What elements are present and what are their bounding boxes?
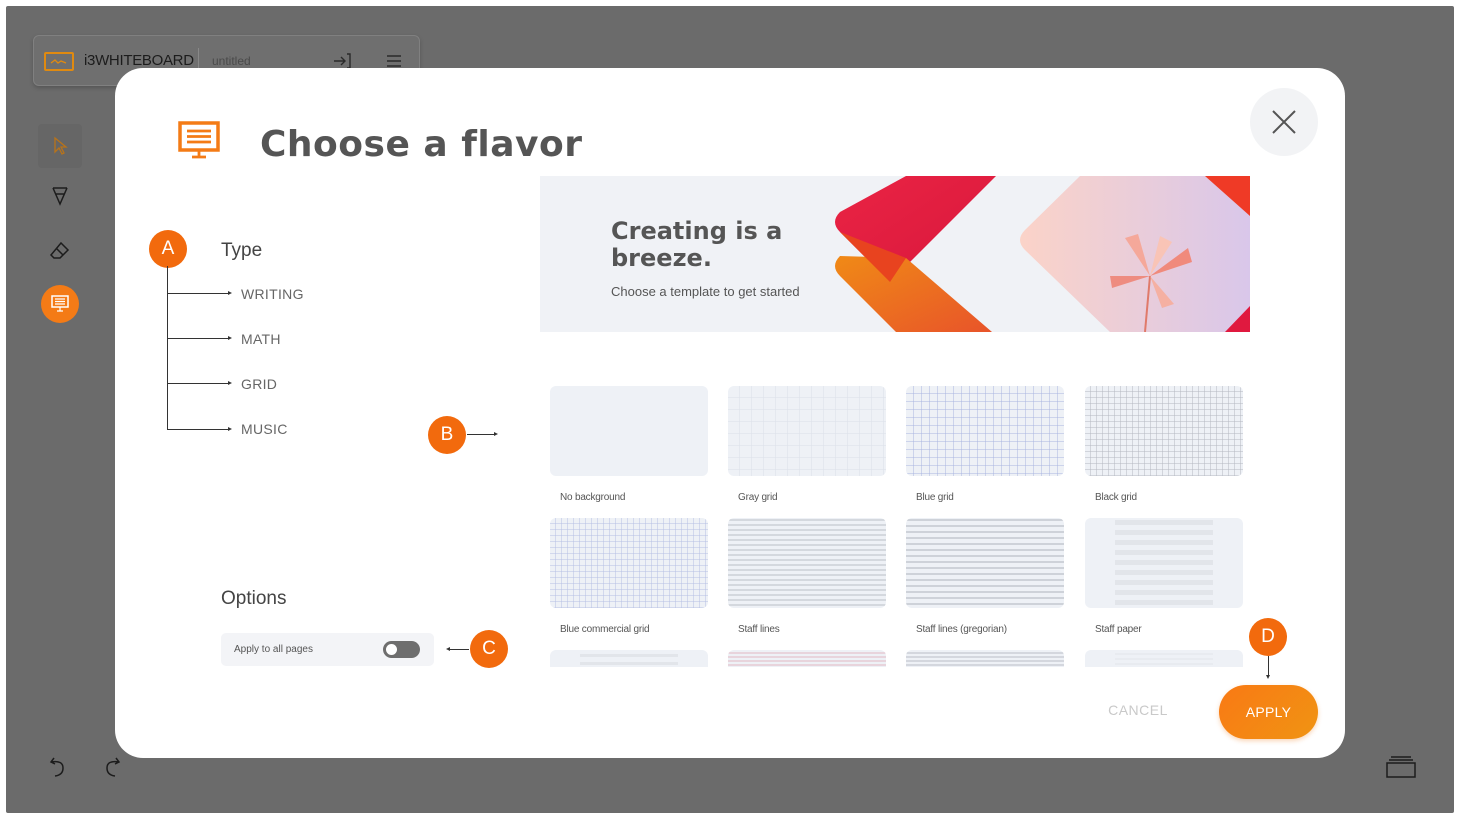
pen-icon [52,187,68,206]
template-thumbnail[interactable] [728,518,886,608]
template-label: No background [560,492,626,503]
dialog-title: Choose a flavor [260,124,583,165]
type-music[interactable]: MUSIC [241,421,288,437]
annotation-badge-c: C [470,630,508,668]
document-name[interactable]: untitled [212,54,251,68]
type-grid[interactable]: GRID [241,376,277,392]
type-heading: Type [221,240,263,261]
template-blue-commercial-grid[interactable]: Blue commercial grid [550,518,708,635]
type-math[interactable]: MATH [241,331,281,347]
choose-flavor-dialog: Choose a flavor A Type WRITING MATH GRID… [115,68,1345,758]
apply-all-pages-toggle[interactable] [383,641,420,658]
template-label: Staff lines [738,624,780,635]
flavor-tool[interactable] [38,282,82,326]
tree-branch [167,427,232,431]
cancel-button[interactable]: CANCEL [1098,702,1178,724]
banner-subtitle: Choose a template to get started [611,284,800,299]
menu-icon[interactable] [386,54,402,68]
template-label: Gray grid [738,492,778,503]
pages-icon[interactable] [1384,754,1418,780]
template-staff-lines[interactable]: Staff lines [728,518,886,635]
eraser-icon [49,241,70,259]
pen-tool[interactable] [38,174,82,218]
undo-icon[interactable] [48,754,70,780]
logo-icon [44,52,74,71]
template-label: Black grid [1095,492,1137,503]
tree-branch [167,336,232,340]
close-button[interactable] [1250,88,1318,156]
template-thumbnail[interactable] [906,518,1064,608]
flavor-icon [178,121,220,159]
template-row-partial [550,650,1250,667]
annotation-badge-b: B [428,416,466,454]
app-name: i3WHITEBOARD [84,52,194,69]
eraser-tool[interactable] [38,228,82,272]
flavor-icon [51,295,69,312]
template-no-background[interactable]: No background [550,386,708,503]
tree-branch [167,381,232,385]
annotation-arrow [467,432,498,436]
annotation-badge-d: D [1249,618,1287,656]
template-staff-paper[interactable]: Staff paper [1085,518,1243,635]
template-thumbnail[interactable] [906,386,1064,476]
annotation-badge-a: A [149,230,187,268]
template-staff-lines-gregorian[interactable]: Staff lines (gregorian) [906,518,1064,635]
tree-connector [167,266,168,430]
type-writing[interactable]: WRITING [241,286,304,302]
tree-branch [167,291,232,295]
banner-title: Creating is a breeze. [611,217,783,272]
options-heading: Options [221,588,287,609]
template-thumbnail[interactable] [728,650,886,667]
cursor-icon [54,136,68,155]
template-label: Staff paper [1095,624,1142,635]
template-thumbnail[interactable] [550,386,708,476]
template-thumbnail[interactable] [1085,650,1243,667]
template-gray-grid[interactable]: Gray grid [728,386,886,503]
template-label: Blue commercial grid [560,624,650,635]
template-thumbnail[interactable] [728,386,886,476]
template-thumbnail[interactable] [1085,518,1243,608]
apply-button[interactable]: APPLY [1219,685,1318,739]
apply-all-pages-option: Apply to all pages [221,633,434,666]
annotation-arrow [446,647,469,651]
template-thumbnail[interactable] [1085,386,1243,476]
redo-icon[interactable] [100,754,122,780]
template-label: Blue grid [916,492,954,503]
template-thumbnail[interactable] [550,518,708,608]
template-label: Staff lines (gregorian) [916,624,1007,635]
template-thumbnail[interactable] [550,650,708,667]
template-black-grid[interactable]: Black grid [1085,386,1243,503]
promo-banner: Creating is a breeze. Choose a template … [540,176,1250,332]
close-icon [1272,110,1296,134]
annotation-arrow [1266,656,1270,679]
apply-all-pages-label: Apply to all pages [234,644,313,655]
template-thumbnail[interactable] [906,650,1064,667]
cursor-tool[interactable] [38,124,82,168]
template-blue-grid[interactable]: Blue grid [906,386,1064,503]
